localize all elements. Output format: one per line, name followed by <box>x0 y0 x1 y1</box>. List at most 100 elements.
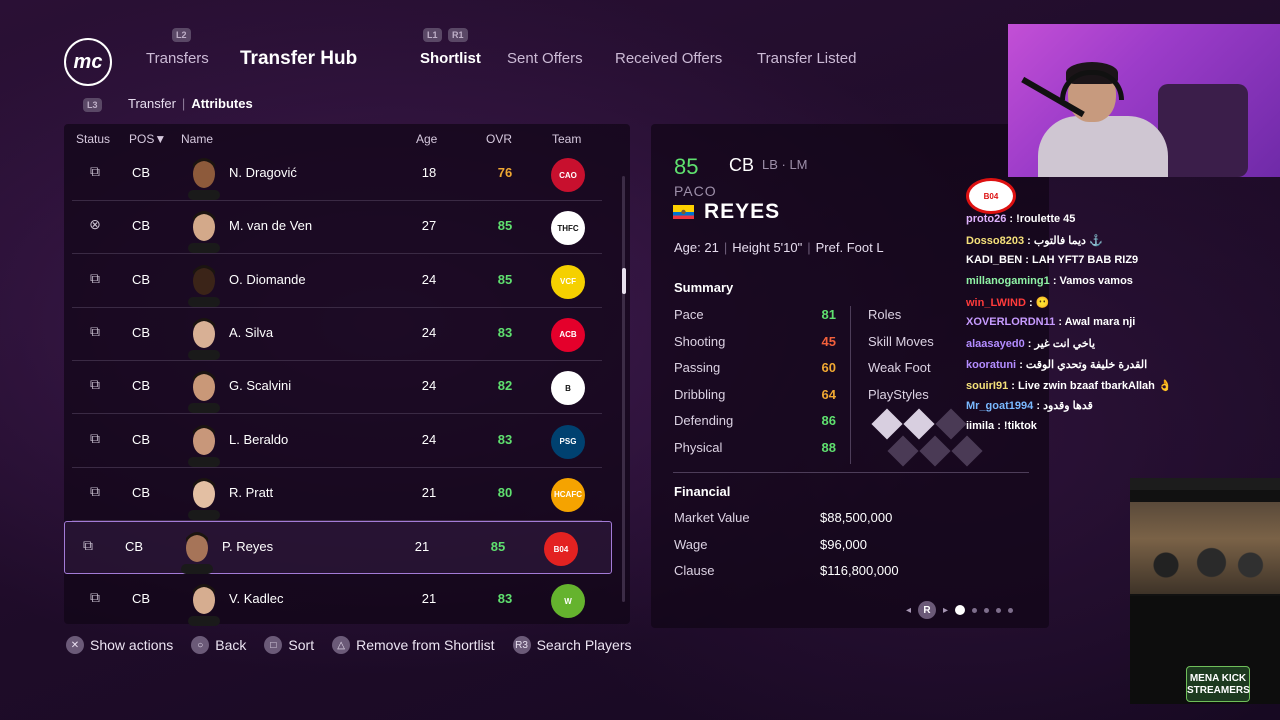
subnav-attributes[interactable]: Attributes <box>191 96 252 111</box>
tab-sent-offers[interactable]: Sent Offers <box>507 50 583 67</box>
chat-text: : Awal mara nji <box>1058 316 1136 329</box>
row-ovr: 85 <box>497 271 513 287</box>
row-position: CB <box>132 591 151 607</box>
row-name: O. Diomande <box>229 271 306 287</box>
breadcrumb: Transfer | Attributes <box>128 96 253 111</box>
row-position: CB <box>132 484 151 500</box>
chat-username: Dosso8203 <box>966 234 1025 247</box>
table-row[interactable]: ⧉ CB G. Scalvini 24 82 B <box>72 361 602 415</box>
scrollbar-track[interactable] <box>622 176 625 602</box>
chat-text: : !tiktok <box>997 419 1037 432</box>
close-circle-icon[interactable]: ⊗ <box>84 216 106 238</box>
skill-moves-label: Skill Moves <box>868 334 934 349</box>
row-position: CB <box>132 218 151 234</box>
binoculars-icon[interactable]: ⧉ <box>84 270 106 292</box>
player-ovr: 85 <box>674 154 699 179</box>
tab-received-offers[interactable]: Received Offers <box>615 50 722 67</box>
secondary-stream-cam: MENA KICK STREAMERS <box>1130 478 1280 704</box>
subnav-transfer[interactable]: Transfer <box>128 96 176 111</box>
chat-text: : LAH YFT7 BAB RIZ9 <box>1025 254 1139 267</box>
row-ovr: 83 <box>497 431 513 447</box>
browser-bar <box>1130 478 1280 490</box>
table-row[interactable]: ⧉ CB N. Dragović 18 76 CAO <box>72 148 602 201</box>
chat-username: kooratuni <box>966 358 1017 371</box>
col-header-status[interactable]: Status <box>76 132 110 146</box>
table-row[interactable]: ⧉ CB V. Kadlec 21 83 W <box>72 574 602 626</box>
team-crest-icon: B <box>551 371 585 406</box>
ecuador-flag-icon <box>673 205 694 219</box>
meta-separator: | <box>807 240 811 255</box>
table-row[interactable]: ⧉ CB A. Silva 24 83 ACB <box>72 308 602 361</box>
financial-title: Financial <box>674 484 731 499</box>
binoculars-icon[interactable]: ⧉ <box>84 589 106 611</box>
row-position: CB <box>132 271 151 287</box>
page-dot-active[interactable] <box>955 605 966 615</box>
market-value: $88,500,000 <box>820 510 893 525</box>
player-face-icon <box>188 158 220 200</box>
r1-hint-icon: R1 <box>448 28 468 42</box>
page-dot[interactable] <box>1008 607 1014 613</box>
chat-message: millanogaming1 : Vamos vamos <box>966 275 1206 296</box>
col-header-ovr[interactable]: OVR <box>486 132 512 146</box>
clause-value: $116,800,000 <box>820 563 899 578</box>
stat-label: Physical <box>674 440 723 455</box>
tab-transfer-listed[interactable]: Transfer Listed <box>757 50 857 67</box>
player-face-icon <box>188 371 220 414</box>
stat-value: 86 <box>821 413 836 429</box>
chat-message: Dosso8203 : ديما فالتوب ⚓ <box>966 234 1206 255</box>
binoculars-icon[interactable]: ⧉ <box>84 323 106 345</box>
row-age: 24 <box>421 324 437 340</box>
age-label: Age: <box>674 240 701 255</box>
stat-value: 88 <box>821 440 836 455</box>
nav-transfers[interactable]: Transfers <box>146 50 209 67</box>
table-row[interactable]: ⧉ CB L. Beraldo 24 83 PSG <box>72 415 602 468</box>
col-header-team[interactable]: Team <box>552 132 581 146</box>
binoculars-icon[interactable]: ⧉ <box>84 163 106 185</box>
row-name: V. Kadlec <box>229 591 284 607</box>
binoculars-icon[interactable]: ⧉ <box>84 376 106 398</box>
row-age: 24 <box>421 378 437 394</box>
wage-label: Wage <box>674 537 708 552</box>
binoculars-icon[interactable]: ⧉ <box>84 483 106 505</box>
chat-text: : ديما فالتوب ⚓ <box>1027 234 1103 247</box>
col-header-pos[interactable]: POS▼ <box>129 132 166 146</box>
l2-hint-icon: L2 <box>172 28 191 42</box>
hint-sort[interactable]: □ Sort <box>264 636 314 654</box>
col-header-age[interactable]: Age <box>416 132 437 146</box>
hint-remove-from-shortlist[interactable]: △ Remove from Shortlist <box>332 636 495 654</box>
binoculars-icon[interactable]: ⧉ <box>84 430 106 452</box>
row-name: M. van de Ven <box>229 218 313 234</box>
page-dot[interactable] <box>972 607 978 613</box>
binoculars-icon[interactable]: ⧉ <box>77 537 99 559</box>
chevron-left-icon[interactable]: ◂ <box>906 605 911 616</box>
col-header-name[interactable]: Name <box>181 132 213 146</box>
chat-message: XOVERLORDN11 : Awal mara nji <box>966 316 1206 337</box>
chat-username: iimila <box>966 419 995 432</box>
scrollbar-thumb[interactable] <box>622 268 626 294</box>
chat-username: alaasayed0 <box>966 338 1025 351</box>
team-crest-icon: CAO <box>551 158 585 192</box>
hint-search-players[interactable]: R3 Search Players <box>512 636 632 654</box>
stat-value: 45 <box>821 333 836 349</box>
hint-show-actions[interactable]: ✕ Show actions <box>66 636 173 654</box>
tab-shortlist[interactable]: Shortlist <box>420 50 481 67</box>
foot-value: L <box>876 240 884 255</box>
page-dot[interactable] <box>996 607 1002 613</box>
page-dot[interactable] <box>984 607 990 613</box>
table-row[interactable]: ⧉ CB P. Reyes 21 85 B04 <box>64 521 612 575</box>
row-position: CB <box>132 378 151 394</box>
table-row[interactable]: ⊗ CB M. van de Ven 27 85 THFC <box>72 201 602 255</box>
table-row[interactable]: ⧉ CB R. Pratt 21 80 HCAFC <box>72 468 602 521</box>
page-indicator[interactable]: ◂ R ▸ <box>906 601 1014 619</box>
chevron-right-icon[interactable]: ▸ <box>943 605 948 616</box>
r-button-icon[interactable]: R <box>918 601 937 619</box>
stat-value: 81 <box>821 307 836 322</box>
table-row[interactable]: ⧉ CB O. Diomande 24 85 VCF <box>72 255 602 308</box>
height-label: Height <box>732 240 770 255</box>
stat-label: Defending <box>674 413 734 429</box>
playstyles-label: PlayStyles <box>868 387 929 402</box>
row-ovr: 85 <box>490 539 506 555</box>
chat-message: alaasayed0 : ياخي انت غير <box>966 337 1206 358</box>
hint-back[interactable]: ○ Back <box>191 636 246 654</box>
stat-label: Dribbling <box>674 386 726 402</box>
